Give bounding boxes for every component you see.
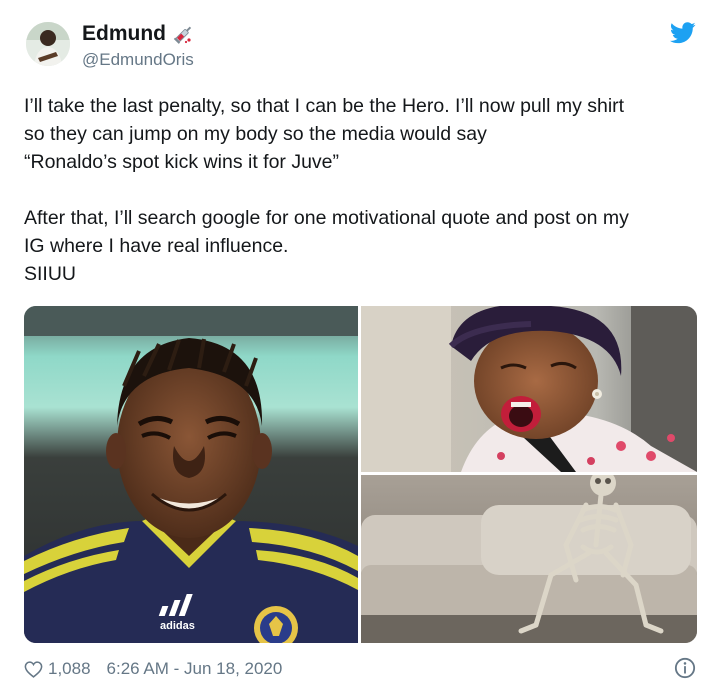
adidas-logo-text: adidas	[160, 620, 195, 632]
smiling-footballer-photo[interactable]: adidas	[24, 306, 358, 643]
author-display-name[interactable]: Edmund	[82, 22, 166, 46]
woman-exclaiming-photo[interactable]	[361, 306, 697, 472]
tweet-timestamp[interactable]: 6:26 AM - Jun 18, 2020	[107, 659, 283, 679]
tweet-line: “Ronaldo’s spot kick wins it for Juve”	[24, 151, 340, 173]
tweet-line: SIIUU	[24, 263, 77, 285]
skeleton-on-couch-photo[interactable]	[361, 475, 697, 643]
tweet-footer: 1,088 6:26 AM - Jun 18, 2020	[24, 657, 696, 681]
media-grid: adidas	[24, 306, 697, 643]
tweet-line: IG where I have real influence.	[24, 235, 289, 257]
avatar[interactable]	[26, 22, 70, 66]
twitter-bird-icon[interactable]	[670, 22, 696, 44]
tweet-card: Edmund @EdmundOris I’ll take the last pe…	[0, 0, 720, 693]
avatar-image	[26, 22, 70, 66]
author-name-row[interactable]: Edmund	[82, 22, 194, 46]
footballer-illustration: adidas	[24, 306, 358, 643]
skeleton-illustration	[361, 475, 697, 643]
heart-icon[interactable]	[24, 660, 43, 678]
author-handle[interactable]: @EdmundOris	[82, 50, 194, 70]
info-icon[interactable]	[674, 657, 696, 679]
tweet-text: I’ll take the last penalty, so that I ca…	[24, 92, 694, 288]
syringe-emoji-icon	[173, 26, 192, 44]
tweet-line: I’ll take the last penalty, so that I ca…	[24, 95, 625, 117]
tweet-line: so they can jump on my body so the media…	[24, 123, 487, 145]
tweet-line: After that, I’ll search google for one m…	[24, 207, 629, 229]
woman-illustration	[361, 306, 697, 472]
like-count[interactable]: 1,088	[48, 659, 91, 679]
